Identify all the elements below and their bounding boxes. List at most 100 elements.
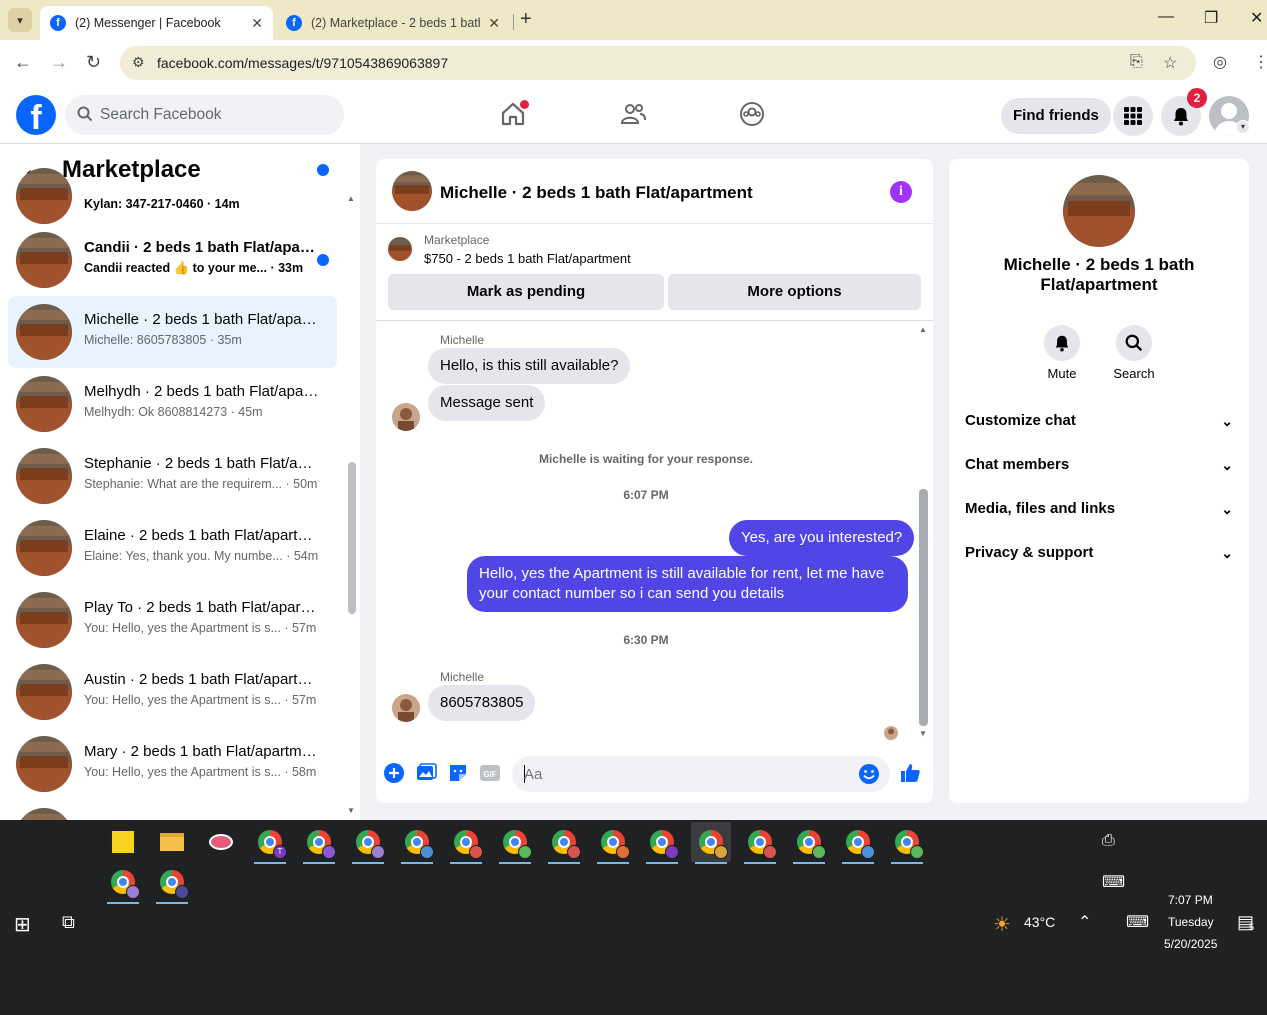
chrome-profile-icon[interactable] xyxy=(887,822,927,864)
privacy-support-row[interactable]: Privacy & support ⌄ xyxy=(965,531,1233,575)
conversation-item[interactable]: Melhydh · 2 beds 1 bath Flat/apartment M… xyxy=(8,368,337,440)
bookmark-star-icon[interactable]: ☆ xyxy=(1163,53,1177,73)
site-settings-icon[interactable]: ⚙ xyxy=(132,54,145,71)
incoming-message[interactable]: Hello, is this still available? xyxy=(428,348,631,384)
tab-search-button[interactable]: ▾ xyxy=(8,8,32,32)
back-icon[interactable]: ← xyxy=(14,52,32,73)
sticker-icon[interactable] xyxy=(447,762,469,784)
listing-avatar[interactable] xyxy=(1063,175,1135,247)
more-options-button[interactable]: More options xyxy=(668,274,921,310)
clock-date[interactable]: 5/20/2025 xyxy=(1164,937,1217,951)
conversation-item[interactable]: Candii · 2 beds 1 bath Flat/apartment Ca… xyxy=(8,224,337,296)
chat-scrollbar[interactable] xyxy=(919,489,928,726)
info-icon[interactable]: i xyxy=(890,181,912,203)
sender-avatar[interactable] xyxy=(392,694,420,722)
menu-grid-button[interactable] xyxy=(1113,96,1153,136)
facebook-logo[interactable]: f xyxy=(16,95,56,137)
outgoing-message[interactable]: Hello, yes the Apartment is still availa… xyxy=(467,556,908,612)
meet-now-icon[interactable]: ⎙ xyxy=(1102,832,1115,850)
chrome-profile-icon[interactable] xyxy=(544,822,584,864)
chrome-profile-icon[interactable] xyxy=(299,822,339,864)
restore-icon[interactable]: ❐ xyxy=(1204,8,1218,28)
clock-time[interactable]: 7:07 PM xyxy=(1168,893,1213,907)
sender-avatar[interactable] xyxy=(392,403,420,431)
search-action[interactable]: Search xyxy=(1099,325,1169,381)
close-tab-icon[interactable]: ✕ xyxy=(251,15,263,32)
gif-icon[interactable]: GIF xyxy=(479,762,501,784)
chrome-profile-icon[interactable] xyxy=(495,822,535,864)
outgoing-message[interactable]: Yes, are you interested? xyxy=(729,520,915,556)
groups-icon[interactable] xyxy=(738,100,766,128)
mark-as-pending-button[interactable]: Mark as pending xyxy=(388,274,664,310)
chrome-profile-icon[interactable] xyxy=(103,862,143,904)
sidebar-scrollbar[interactable] xyxy=(348,462,356,614)
chrome-profile-icon[interactable] xyxy=(446,822,486,864)
conversation-item[interactable]: Elaine · 2 beds 1 bath Flat/apartment El… xyxy=(8,512,337,584)
conversation-item[interactable]: Kylan: 347-217-0460 · 14m xyxy=(8,160,337,232)
customize-chat-row[interactable]: Customize chat ⌄ xyxy=(965,399,1233,443)
chrome-profile-icon-active[interactable] xyxy=(691,822,731,864)
thumbs-up-icon[interactable] xyxy=(899,762,921,784)
account-caret-icon[interactable]: ▾ xyxy=(1236,120,1250,134)
chrome-profile-icon[interactable]: T xyxy=(250,822,290,864)
reload-icon[interactable]: ↻ xyxy=(86,52,101,73)
browser-menu-icon[interactable]: ⋮ xyxy=(1253,52,1267,72)
windows-start-icon[interactable]: ⊞ xyxy=(14,912,31,937)
media-files-links-row[interactable]: Media, files and links ⌄ xyxy=(965,487,1233,531)
emoji-icon[interactable] xyxy=(858,763,880,785)
listing-price[interactable]: $750 - 2 beds 1 bath Flat/apartment xyxy=(424,251,631,266)
tab-messenger[interactable]: f (2) Messenger | Facebook ✕ xyxy=(40,6,273,40)
conversation-item-active[interactable]: Michelle · 2 beds 1 bath Flat/apartment … xyxy=(8,296,337,368)
scroll-down-arrow-icon[interactable]: ▼ xyxy=(347,806,355,815)
sticky-notes-icon[interactable] xyxy=(103,822,143,862)
chrome-profile-icon[interactable] xyxy=(838,822,878,864)
new-tab-icon[interactable]: + xyxy=(520,8,532,31)
close-window-icon[interactable]: ✕ xyxy=(1250,8,1263,28)
temperature[interactable]: 43°C xyxy=(1024,914,1055,930)
message-input[interactable] xyxy=(524,756,844,792)
chat-avatar[interactable] xyxy=(392,171,432,211)
chrome-profile-icon[interactable] xyxy=(593,822,633,864)
chrome-profile-icon[interactable] xyxy=(740,822,780,864)
search-button[interactable] xyxy=(1116,325,1152,361)
address-bar[interactable]: ⚙ facebook.com/messages/t/97105438690638… xyxy=(120,46,1196,80)
chrome-profile-icon[interactable] xyxy=(348,822,388,864)
close-tab-icon[interactable]: ✕ xyxy=(488,15,500,32)
conversation-item[interactable]: Mary · 2 beds 1 bath Flat/apartment You:… xyxy=(8,728,337,800)
conversation-item[interactable]: Play To · 2 beds 1 bath Flat/apartment Y… xyxy=(8,584,337,656)
conversation-item[interactable] xyxy=(8,800,337,820)
chrome-profile-icon[interactable] xyxy=(789,822,829,864)
profile-icon[interactable]: ◎ xyxy=(1213,52,1227,72)
file-explorer-icon[interactable] xyxy=(152,822,192,862)
message-input-box[interactable] xyxy=(512,756,890,792)
snipping-tool-icon[interactable] xyxy=(201,822,241,862)
install-app-icon[interactable]: ⎘ xyxy=(1130,53,1143,71)
friends-icon[interactable] xyxy=(619,100,647,128)
weather-icon[interactable]: ☀ xyxy=(993,912,1011,937)
chrome-profile-icon[interactable] xyxy=(642,822,682,864)
mute-action[interactable]: Mute xyxy=(1027,325,1097,381)
touch-keyboard-icon[interactable]: ⌨ xyxy=(1102,872,1125,892)
find-friends-button[interactable]: Find friends xyxy=(1001,98,1111,134)
chat-members-row[interactable]: Chat members ⌄ xyxy=(965,443,1233,487)
tab-marketplace[interactable]: f (2) Marketplace - 2 beds 1 bath ✕ xyxy=(276,6,510,40)
minimize-icon[interactable]: — xyxy=(1158,8,1174,26)
task-view-icon[interactable]: ⧉ xyxy=(62,912,75,933)
incoming-message[interactable]: Message sent xyxy=(428,385,546,421)
scroll-up-arrow-icon[interactable]: ▲ xyxy=(919,325,927,334)
listing-thumbnail[interactable] xyxy=(388,237,412,261)
conversation-item[interactable]: Austin · 2 beds 1 bath Flat/apartment Yo… xyxy=(8,656,337,728)
conversation-item[interactable]: Stephanie · 2 beds 1 bath Flat/apartment… xyxy=(8,440,337,512)
chrome-profile-icon[interactable] xyxy=(152,862,192,904)
mute-button[interactable] xyxy=(1044,325,1080,361)
chat-title[interactable]: Michelle · 2 beds 1 bath Flat/apartment xyxy=(440,183,753,203)
facebook-search[interactable]: Search Facebook xyxy=(65,95,344,135)
clock-day[interactable]: Tuesday xyxy=(1168,915,1214,929)
chevron-up-icon[interactable]: ⌃ xyxy=(1078,912,1091,932)
url-text[interactable]: facebook.com/messages/t/9710543869063897 xyxy=(157,55,448,71)
scroll-down-arrow-icon[interactable]: ▼ xyxy=(919,729,927,738)
incoming-message[interactable]: 8605783805 xyxy=(428,685,536,721)
chrome-profile-icon[interactable] xyxy=(397,822,437,864)
forward-icon[interactable]: → xyxy=(50,52,68,73)
keyboard-icon[interactable]: ⌨ xyxy=(1126,912,1149,932)
